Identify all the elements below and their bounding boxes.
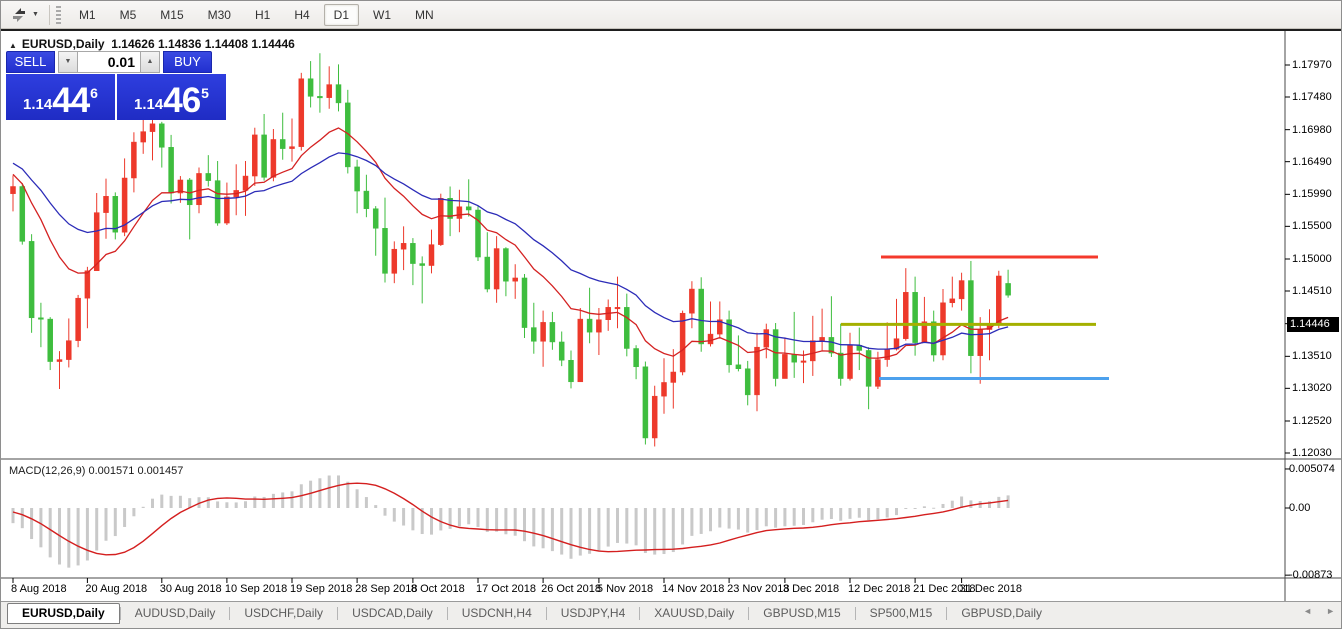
buy-price-prefix: 1.14 <box>134 94 163 116</box>
timeframe-button-m5[interactable]: M5 <box>110 4 147 26</box>
tab-gbpusd-m15[interactable]: GBPUSD,M15 <box>749 603 854 624</box>
sell-price-display[interactable]: 1.14446 <box>6 74 115 120</box>
macd-signal-value: 0.001457 <box>137 465 183 477</box>
tab-scroll-controls: ◄ ► <box>1303 606 1335 616</box>
time-axis-tick: 19 Sep 2018 <box>290 583 352 595</box>
time-axis-tick: 12 Dec 2018 <box>848 583 910 595</box>
tab-sp500-m15[interactable]: SP500,M15 <box>856 603 947 624</box>
timeframe-button-m30[interactable]: M30 <box>198 4 241 26</box>
price-axis-tick: 1.12520 <box>1292 415 1332 427</box>
volume-increase-button[interactable]: ▲ <box>140 51 160 73</box>
tab-eurusd-daily[interactable]: EURUSD,Daily <box>7 603 120 624</box>
timeframe-button-w1[interactable]: W1 <box>363 4 401 26</box>
tab-usdjpy-h4[interactable]: USDJPY,H4 <box>547 603 639 624</box>
price-axis-tick: 1.17970 <box>1292 59 1332 71</box>
toolbar-dropdown-caret-icon[interactable]: ▼ <box>32 11 39 18</box>
time-axis-tick: 14 Nov 2018 <box>662 583 724 595</box>
time-axis-tick: 26 Oct 2018 <box>541 583 601 595</box>
symbol-arrows-button[interactable]: ▼ <box>5 4 45 26</box>
sell-price-prefix: 1.14 <box>23 94 52 116</box>
time-axis-tick: 30 Aug 2018 <box>160 583 222 595</box>
tab-usdcad-daily[interactable]: USDCAD,Daily <box>338 603 447 624</box>
price-axis-tick: 1.13510 <box>1292 350 1332 362</box>
buy-price-display[interactable]: 1.14465 <box>117 74 226 120</box>
macd-axis-tick: 0.00 <box>1289 502 1310 514</box>
volume-up-icon: ▲ <box>147 58 154 65</box>
one-click-trading-panel: SELL ▼ 0.01 ▲ BUY 1.14446 1.14465 <box>6 51 228 120</box>
title-marker-icon: ▲ <box>9 41 17 50</box>
symbol-tabs: EURUSD,DailyAUDUSD,DailyUSDCHF,DailyUSDC… <box>1 602 1056 624</box>
price-axis-tick: 1.16490 <box>1292 156 1332 168</box>
timeframe-toolbar: ▼ M1M5M15M30H1H4D1W1MN <box>1 1 1341 29</box>
price-axis-tick: 1.15500 <box>1292 220 1332 232</box>
sell-price-sup: 6 <box>90 74 98 112</box>
buy-button[interactable]: BUY <box>163 51 212 73</box>
price-axis-tick: 1.12030 <box>1292 447 1332 459</box>
price-axis-tick: 1.15000 <box>1292 253 1332 265</box>
tab-scroll-right-icon[interactable]: ► <box>1326 606 1335 616</box>
timeframe-button-d1[interactable]: D1 <box>324 4 359 26</box>
current-price-badge: 1.14446 <box>1287 317 1339 332</box>
time-axis-tick: 31 Dec 2018 <box>960 583 1022 595</box>
price-axis-tick: 1.17480 <box>1292 91 1332 103</box>
trading-terminal-window: ▼ M1M5M15M30H1H4D1W1MN ▲ EURUSD,Daily 1.1… <box>0 0 1342 629</box>
sell-price-big: 44 <box>52 86 89 116</box>
tab-scroll-left-icon[interactable]: ◄ <box>1303 606 1312 616</box>
macd-name: MACD(12,26,9) <box>9 465 85 477</box>
timeframe-button-m15[interactable]: M15 <box>150 4 193 26</box>
sell-button[interactable]: SELL <box>6 51 55 73</box>
price-axis-tick: 1.15990 <box>1292 188 1332 200</box>
tab-usdcnh-h4[interactable]: USDCNH,H4 <box>448 603 546 624</box>
symbol-tab-bar: EURUSD,DailyAUDUSD,DailyUSDCHF,DailyUSDC… <box>1 601 1342 629</box>
timeframe-button-h1[interactable]: H1 <box>245 4 280 26</box>
time-axis-tick: 8 Aug 2018 <box>11 583 67 595</box>
time-axis-tick: 3 Dec 2018 <box>783 583 839 595</box>
tab-audusd-daily[interactable]: AUDUSD,Daily <box>121 603 230 624</box>
timeframe-button-h4[interactable]: H4 <box>284 4 319 26</box>
buy-price-sup: 5 <box>201 74 209 112</box>
swap-arrows-icon <box>11 8 27 22</box>
tab-xauusd-daily[interactable]: XAUUSD,Daily <box>640 603 748 624</box>
tab-gbpusd-daily[interactable]: GBPUSD,Daily <box>947 603 1056 624</box>
time-axis-tick: 5 Nov 2018 <box>597 583 653 595</box>
time-axis-tick: 28 Sep 2018 <box>355 583 417 595</box>
chart-title: ▲ EURUSD,Daily 1.14626 1.14836 1.14408 1.… <box>9 37 295 51</box>
price-axis-tick: 1.14510 <box>1292 285 1332 297</box>
buy-price-big: 46 <box>163 86 200 116</box>
toolbar-separator <box>49 5 50 25</box>
time-axis-tick: 10 Sep 2018 <box>225 583 287 595</box>
chart-symbol-label: EURUSD,Daily <box>22 37 105 51</box>
macd-indicator-label: MACD(12,26,9) 0.001571 0.001457 <box>9 465 183 477</box>
volume-down-icon: ▼ <box>65 58 72 65</box>
chart-ohlc-values: 1.14626 1.14836 1.14408 1.14446 <box>111 37 295 51</box>
volume-input[interactable]: 0.01 <box>78 51 140 73</box>
macd-main-value: 0.001571 <box>88 465 134 477</box>
price-axis-tick: 1.13020 <box>1292 382 1332 394</box>
time-axis-tick: 20 Aug 2018 <box>85 583 147 595</box>
timeframe-button-m1[interactable]: M1 <box>69 4 106 26</box>
price-axis-tick: 1.16980 <box>1292 124 1332 136</box>
time-axis-tick: 17 Oct 2018 <box>476 583 536 595</box>
chart-area[interactable]: ▲ EURUSD,Daily 1.14626 1.14836 1.14408 1.… <box>1 31 1342 601</box>
timeframe-button-mn[interactable]: MN <box>405 4 444 26</box>
time-axis-tick: 23 Nov 2018 <box>727 583 789 595</box>
timeframe-buttons-group: M1M5M15M30H1H4D1W1MN <box>67 4 446 26</box>
time-axis-tick: 8 Oct 2018 <box>411 583 465 595</box>
macd-axis-tick: 0.005074 <box>1289 463 1335 475</box>
macd-axis-tick: -0.00873 <box>1289 569 1332 581</box>
toolbar-grip-handle[interactable] <box>56 6 61 24</box>
tab-usdchf-daily[interactable]: USDCHF,Daily <box>230 603 337 624</box>
volume-decrease-button[interactable]: ▼ <box>58 51 78 73</box>
